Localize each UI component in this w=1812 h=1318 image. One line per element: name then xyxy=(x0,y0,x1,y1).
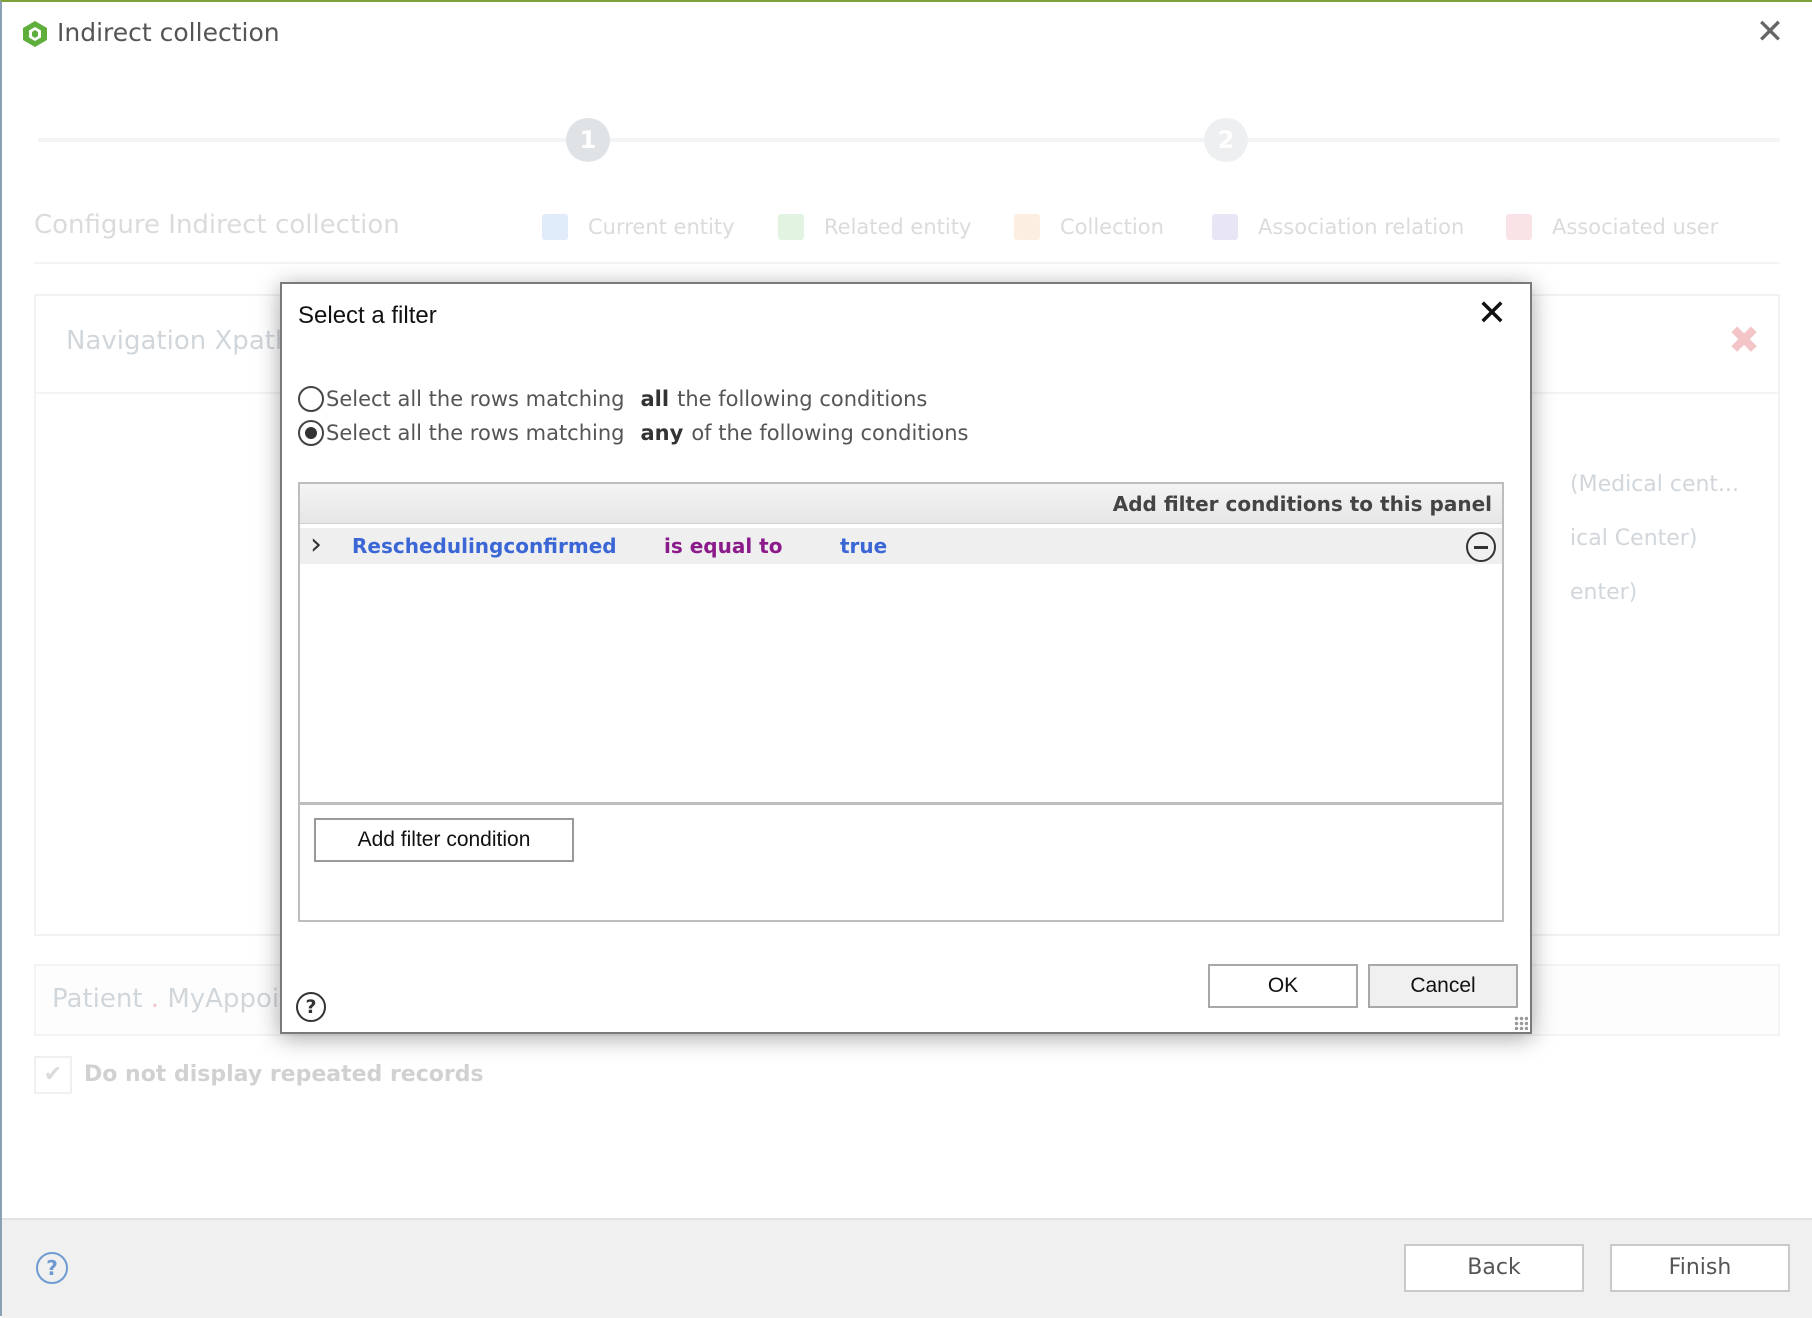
xpath-result-text: Patient . MyAppoint xyxy=(52,984,306,1014)
back-button[interactable]: Back xyxy=(1404,1244,1584,1292)
legend-label: Association relation xyxy=(1258,215,1465,239)
legend-label: Associated user xyxy=(1552,215,1719,239)
filter-condition-row[interactable]: › Reschedulingconfirmed is equal to true xyxy=(300,528,1502,564)
legend-swatch xyxy=(778,214,804,240)
ok-button[interactable]: OK xyxy=(1208,964,1358,1008)
finish-button[interactable]: Finish xyxy=(1610,1244,1790,1292)
app-logo-icon xyxy=(23,21,47,47)
legend-association-relation: Association relation xyxy=(1212,214,1464,240)
conditions-panel-header-label: Add filter conditions to this panel xyxy=(1112,492,1492,516)
navigation-xpath-label: Navigation Xpath xyxy=(66,326,292,356)
dialog-close-icon[interactable]: ✕ xyxy=(1472,294,1512,334)
legend-swatch xyxy=(1014,214,1040,240)
remove-condition-icon[interactable] xyxy=(1466,532,1496,562)
filter-conditions-panel: Add filter conditions to this panel › Re… xyxy=(298,482,1504,922)
match-any-suffix: of the following conditions xyxy=(691,421,969,445)
legend-swatch xyxy=(1212,214,1238,240)
wizard-footer: ? Back Finish xyxy=(2,1218,1812,1318)
wizard-step-1[interactable]: 1 xyxy=(566,118,610,162)
condition-value[interactable]: true xyxy=(840,534,887,558)
conditions-panel-header: Add filter conditions to this panel xyxy=(300,484,1502,524)
repeated-records-checkbox[interactable]: ✔ xyxy=(34,1056,72,1094)
repeated-records-label: Do not display repeated records xyxy=(84,1062,484,1087)
window-close-icon[interactable]: ✕ xyxy=(1752,14,1788,50)
match-all-radio[interactable] xyxy=(298,386,324,412)
match-any-prefix: Select all the rows matching xyxy=(326,421,625,445)
help-icon[interactable]: ? xyxy=(36,1252,68,1284)
wizard-progress-line xyxy=(38,138,1780,142)
match-all-option[interactable]: Select all the rows matching all the fol… xyxy=(298,384,927,414)
configure-title: Configure Indirect collection xyxy=(34,210,400,240)
xpath-item[interactable]: enter) xyxy=(1570,580,1637,605)
legend-swatch xyxy=(542,214,568,240)
panel-divider xyxy=(300,802,1502,805)
remove-xpath-icon[interactable]: ✖ xyxy=(1728,318,1760,362)
match-any-radio[interactable] xyxy=(298,420,324,446)
dialog-title: Select a filter xyxy=(298,302,437,329)
condition-operator[interactable]: is equal to xyxy=(664,534,782,558)
legend-label: Current entity xyxy=(588,215,735,239)
legend-related-entity: Related entity xyxy=(778,214,971,240)
wizard-step-2[interactable]: 2 xyxy=(1204,118,1248,162)
match-all-suffix: the following conditions xyxy=(677,387,928,411)
add-filter-condition-button[interactable]: Add filter condition xyxy=(314,818,574,862)
match-all-keyword: all xyxy=(640,387,670,411)
resize-grip-icon[interactable] xyxy=(1514,1016,1528,1030)
path-separator: . xyxy=(150,984,160,1014)
xpath-item[interactable]: ical Center) xyxy=(1570,526,1697,551)
select-filter-dialog: Select a filter ✕ Select all the rows ma… xyxy=(280,282,1532,1034)
chevron-right-icon[interactable]: › xyxy=(310,530,322,560)
match-all-prefix: Select all the rows matching xyxy=(326,387,625,411)
xpath-item[interactable]: (Medical cent... xyxy=(1570,472,1739,497)
legend-collection: Collection xyxy=(1014,214,1164,240)
dialog-help-icon[interactable]: ? xyxy=(296,992,326,1022)
legend-label: Collection xyxy=(1060,215,1164,239)
condition-field[interactable]: Reschedulingconfirmed xyxy=(352,534,617,558)
path-entity: Patient xyxy=(52,984,143,1014)
legend-current-entity: Current entity xyxy=(542,214,735,240)
match-any-keyword: any xyxy=(640,421,684,445)
legend-swatch xyxy=(1506,214,1532,240)
legend-label: Related entity xyxy=(824,215,972,239)
section-divider xyxy=(34,262,1780,264)
window-titlebar: Indirect collection ✕ xyxy=(2,2,1812,64)
legend-associated-user: Associated user xyxy=(1506,214,1718,240)
cancel-button[interactable]: Cancel xyxy=(1368,964,1518,1008)
match-any-option[interactable]: Select all the rows matching any of the … xyxy=(298,418,969,448)
window-title: Indirect collection xyxy=(57,18,280,47)
